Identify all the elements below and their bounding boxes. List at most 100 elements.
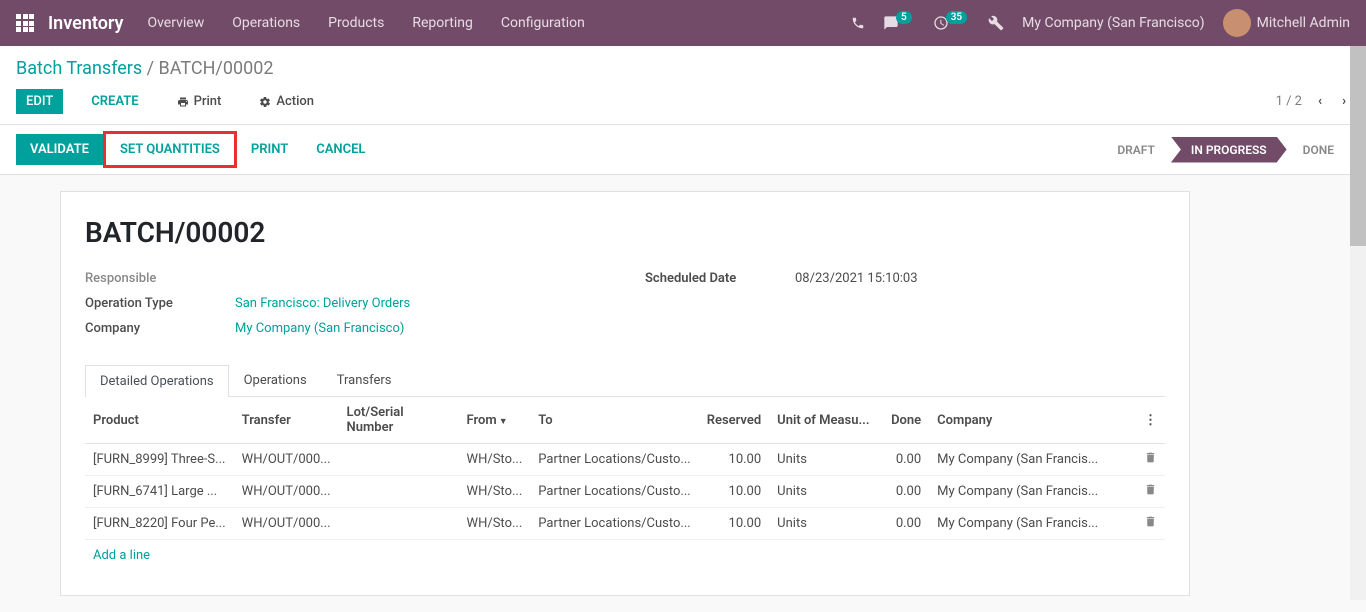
topbar-right: 5 35 My Company (San Francisco) Mitchell… bbox=[851, 9, 1350, 37]
nav-operations[interactable]: Operations bbox=[232, 15, 300, 31]
apps-icon[interactable] bbox=[16, 14, 34, 32]
table-row[interactable]: [FURN_8220] Four Pe... WH/OUT/000... WH/… bbox=[85, 508, 1165, 540]
pager-text: 1 / 2 bbox=[1276, 94, 1302, 109]
activity-badge: 35 bbox=[946, 11, 967, 24]
nav-reporting[interactable]: Reporting bbox=[412, 15, 473, 31]
operations-table: Product Transfer Lot/Serial Number From▼… bbox=[85, 397, 1165, 540]
status-draft[interactable]: DRAFT bbox=[1101, 137, 1171, 163]
delete-row-icon[interactable] bbox=[1136, 508, 1165, 540]
cell-reserved: 10.00 bbox=[699, 476, 769, 508]
company-switcher[interactable]: My Company (San Francisco) bbox=[1022, 15, 1204, 31]
th-done[interactable]: Done bbox=[879, 397, 929, 444]
edit-button[interactable]: EDIT bbox=[16, 89, 63, 114]
top-nav: Overview Operations Products Reporting C… bbox=[147, 15, 851, 31]
th-lot[interactable]: Lot/Serial Number bbox=[339, 397, 459, 444]
th-from[interactable]: From▼ bbox=[459, 397, 531, 444]
user-menu[interactable]: Mitchell Admin bbox=[1223, 9, 1350, 37]
cell-uom: Units bbox=[769, 476, 879, 508]
topbar: Inventory Overview Operations Products R… bbox=[0, 0, 1366, 46]
print-button[interactable]: Print bbox=[167, 89, 232, 114]
label-responsible: Responsible bbox=[85, 271, 235, 286]
cell-lot bbox=[339, 508, 459, 540]
th-product[interactable]: Product bbox=[85, 397, 234, 444]
scrollbar[interactable] bbox=[1350, 46, 1366, 600]
cell-reserved: 10.00 bbox=[699, 508, 769, 540]
phone-icon[interactable] bbox=[851, 16, 865, 30]
tab-transfers[interactable]: Transfers bbox=[322, 364, 407, 396]
statusbar: VALIDATE SET QUANTITIES PRINT CANCEL DRA… bbox=[0, 125, 1366, 175]
pager-prev[interactable]: ‹ bbox=[1314, 90, 1326, 113]
breadcrumb: Batch Transfers / BATCH/00002 bbox=[16, 58, 1350, 79]
create-button[interactable]: CREATE bbox=[81, 89, 148, 114]
cell-product: [FURN_8220] Four Pe... bbox=[85, 508, 234, 540]
label-scheduled-date: Scheduled Date bbox=[645, 271, 795, 286]
th-company[interactable]: Company bbox=[929, 397, 1136, 444]
cell-product: [FURN_6741] Large ... bbox=[85, 476, 234, 508]
breadcrumb-parent[interactable]: Batch Transfers bbox=[16, 58, 142, 79]
debug-icon[interactable] bbox=[988, 15, 1004, 31]
tab-operations[interactable]: Operations bbox=[229, 364, 322, 396]
cell-to: Partner Locations/Custo... bbox=[530, 476, 698, 508]
cell-from: WH/Sto... bbox=[459, 508, 531, 540]
cell-reserved: 10.00 bbox=[699, 444, 769, 476]
label-company: Company bbox=[85, 321, 235, 336]
tabs: Detailed Operations Operations Transfers bbox=[85, 364, 1165, 397]
gear-icon bbox=[259, 96, 271, 108]
value-scheduled-date: 08/23/2021 15:10:03 bbox=[795, 271, 918, 286]
value-company[interactable]: My Company (San Francisco) bbox=[235, 321, 404, 336]
print-status-button[interactable]: PRINT bbox=[237, 134, 302, 165]
cell-to: Partner Locations/Custo... bbox=[530, 444, 698, 476]
form-sheet: BATCH/00002 Responsible Operation Type S… bbox=[60, 191, 1190, 596]
pager-next[interactable]: › bbox=[1338, 90, 1350, 113]
th-transfer[interactable]: Transfer bbox=[234, 397, 339, 444]
th-to[interactable]: To bbox=[530, 397, 698, 444]
cell-done: 0.00 bbox=[879, 476, 929, 508]
control-panel: Batch Transfers / BATCH/00002 EDIT CREAT… bbox=[0, 46, 1366, 125]
app-brand[interactable]: Inventory bbox=[48, 13, 123, 34]
action-button[interactable]: Action bbox=[249, 89, 324, 114]
cell-transfer: WH/OUT/000... bbox=[234, 508, 339, 540]
nav-products[interactable]: Products bbox=[328, 15, 384, 31]
chat-badge: 5 bbox=[896, 11, 912, 24]
cell-company: My Company (San Francis... bbox=[929, 444, 1136, 476]
activity-icon[interactable]: 35 bbox=[933, 15, 970, 31]
avatar bbox=[1223, 9, 1251, 37]
validate-button[interactable]: VALIDATE bbox=[16, 134, 103, 165]
nav-configuration[interactable]: Configuration bbox=[501, 15, 585, 31]
th-reserved[interactable]: Reserved bbox=[699, 397, 769, 444]
delete-row-icon[interactable] bbox=[1136, 444, 1165, 476]
user-name: Mitchell Admin bbox=[1257, 15, 1350, 31]
cell-uom: Units bbox=[769, 444, 879, 476]
cell-product: [FURN_8999] Three-S... bbox=[85, 444, 234, 476]
th-options[interactable]: ⋮ bbox=[1136, 397, 1165, 444]
sort-caret-icon: ▼ bbox=[499, 417, 508, 427]
cancel-button[interactable]: CANCEL bbox=[302, 134, 379, 165]
cell-transfer: WH/OUT/000... bbox=[234, 444, 339, 476]
chat-icon[interactable]: 5 bbox=[883, 15, 915, 31]
label-operation-type: Operation Type bbox=[85, 296, 235, 311]
nav-overview[interactable]: Overview bbox=[147, 15, 204, 31]
tab-detailed-operations[interactable]: Detailed Operations bbox=[85, 365, 229, 397]
cell-lot bbox=[339, 476, 459, 508]
value-operation-type[interactable]: San Francisco: Delivery Orders bbox=[235, 296, 410, 311]
cell-transfer: WH/OUT/000... bbox=[234, 476, 339, 508]
set-quantities-button[interactable]: SET QUANTITIES bbox=[106, 134, 234, 165]
cell-to: Partner Locations/Custo... bbox=[530, 508, 698, 540]
status-in-progress[interactable]: IN PROGRESS bbox=[1171, 137, 1287, 163]
delete-row-icon[interactable] bbox=[1136, 476, 1165, 508]
cell-done: 0.00 bbox=[879, 444, 929, 476]
table-row[interactable]: [FURN_8999] Three-S... WH/OUT/000... WH/… bbox=[85, 444, 1165, 476]
cell-from: WH/Sto... bbox=[459, 476, 531, 508]
print-icon bbox=[177, 96, 189, 108]
cell-done: 0.00 bbox=[879, 508, 929, 540]
cell-from: WH/Sto... bbox=[459, 444, 531, 476]
status-done[interactable]: DONE bbox=[1287, 137, 1350, 163]
cell-company: My Company (San Francis... bbox=[929, 476, 1136, 508]
cell-company: My Company (San Francis... bbox=[929, 508, 1136, 540]
table-row[interactable]: [FURN_6741] Large ... WH/OUT/000... WH/S… bbox=[85, 476, 1165, 508]
add-line-button[interactable]: Add a line bbox=[85, 540, 158, 571]
cell-uom: Units bbox=[769, 508, 879, 540]
cell-lot bbox=[339, 444, 459, 476]
th-uom[interactable]: Unit of Measu... bbox=[769, 397, 879, 444]
breadcrumb-current: BATCH/00002 bbox=[159, 58, 274, 79]
